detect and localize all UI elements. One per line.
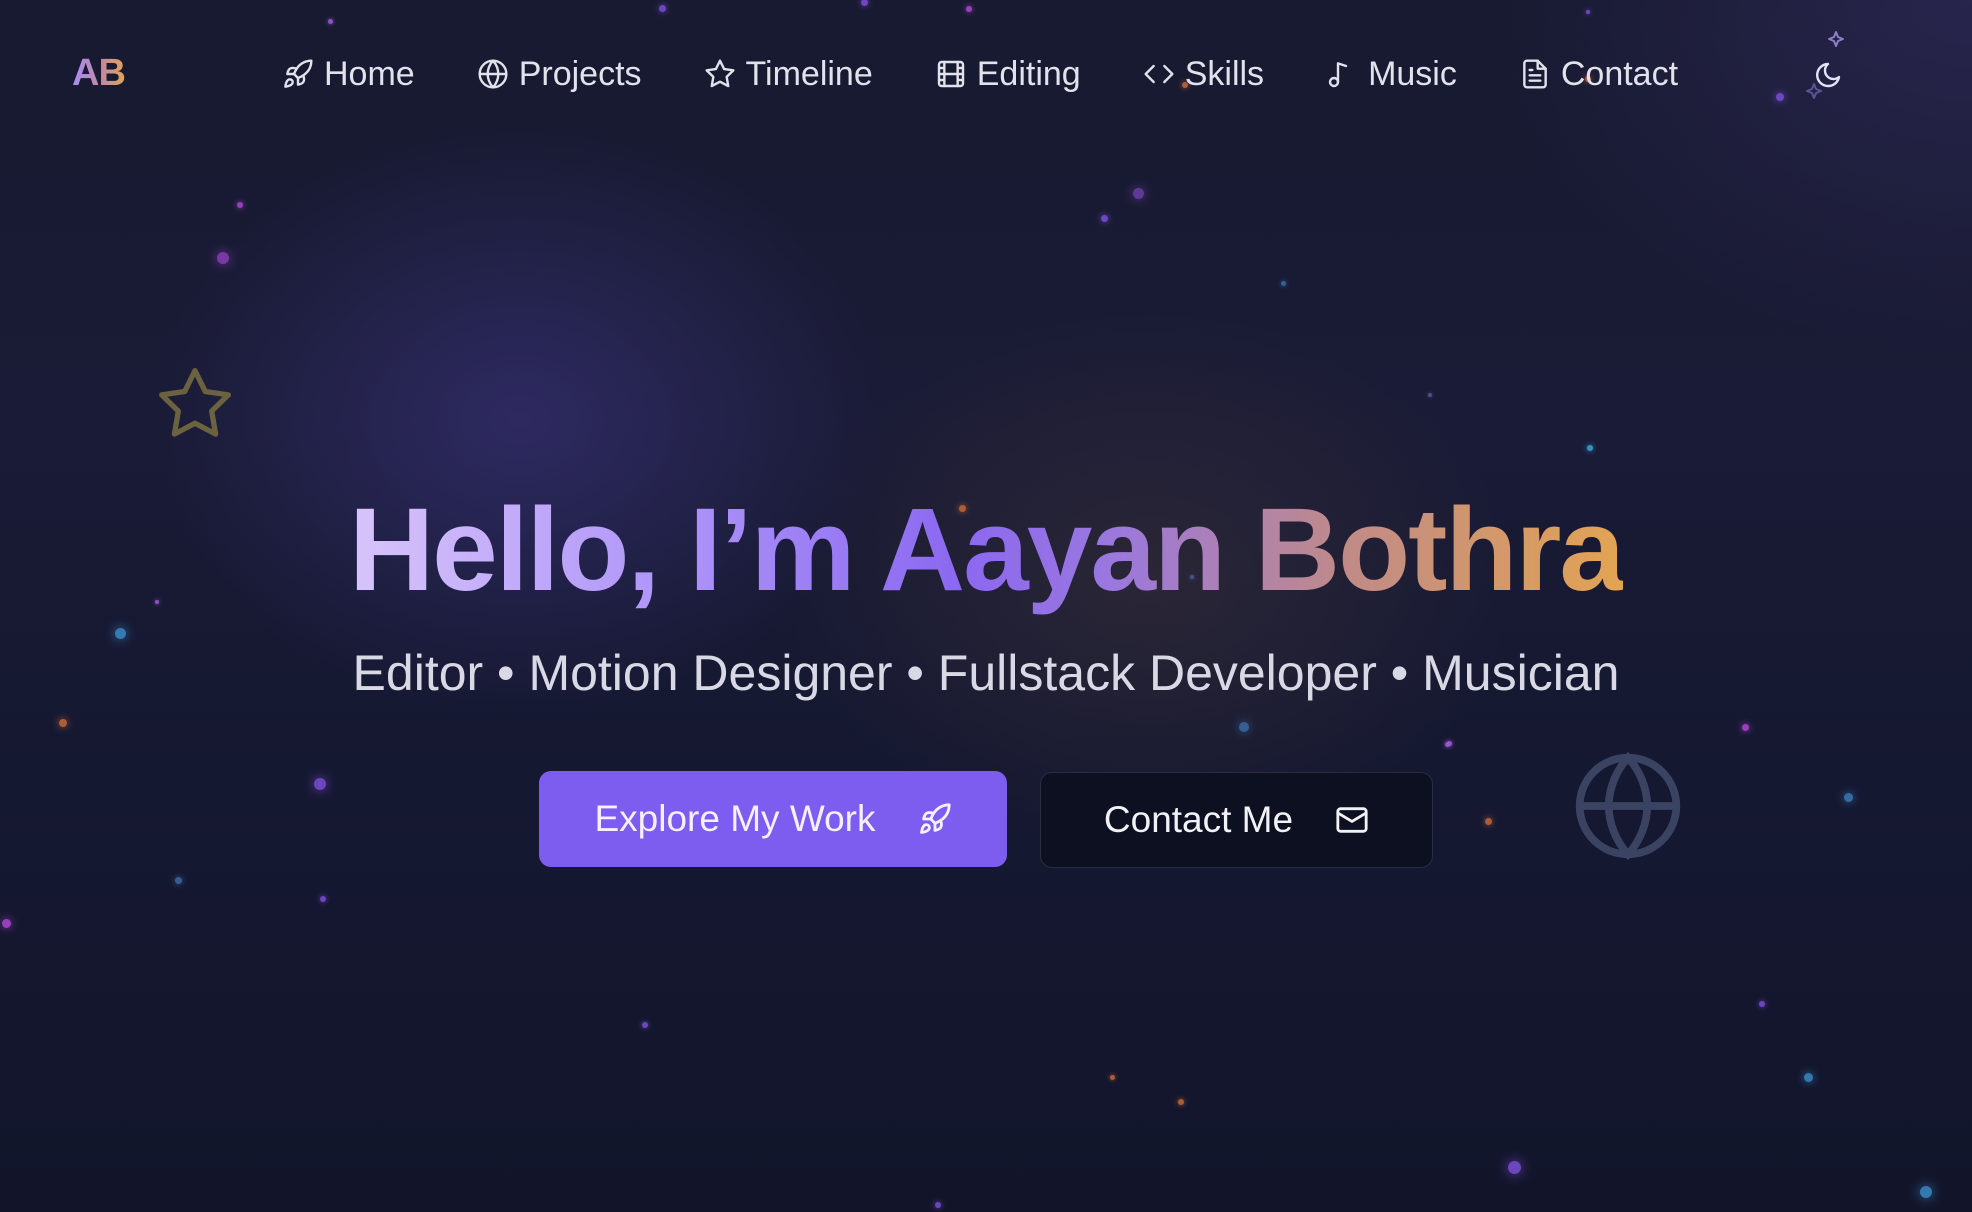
rocket-icon: [919, 803, 951, 834]
star-dot: [1507, 1160, 1521, 1174]
nav-label-music: Music: [1368, 54, 1457, 93]
hero-title-text: Hello, I’m Aayan Bothra: [348, 484, 1625, 616]
star-dot: [1239, 722, 1249, 732]
star-dot: [314, 778, 326, 790]
nav-label-timeline: Timeline: [745, 54, 873, 93]
nav-item-music[interactable]: Music: [1326, 55, 1457, 94]
star-dot: [1759, 1001, 1765, 1007]
rocket-icon: [284, 59, 313, 88]
file-text-icon: [1522, 59, 1547, 89]
code-icon: [1144, 64, 1174, 84]
main-nav: Home Projects Timeline Editing Skills Mu…: [282, 48, 1678, 100]
hero-title: Hello, I’m Aayan Bothra: [0, 480, 1972, 620]
star-dot: [1586, 10, 1590, 14]
contact-me-label: Contact Me: [1103, 799, 1294, 840]
star-icon: [704, 59, 735, 88]
star-outline-icon: [159, 368, 231, 437]
theme-toggle-button[interactable]: [1784, 26, 1856, 116]
nav-item-editing[interactable]: Editing: [935, 55, 1081, 94]
hero-subtitle: Editor • Motion Designer • Fullstack Dev…: [352, 645, 1620, 701]
star-dot: [114, 627, 126, 639]
star-dot: [642, 1022, 648, 1028]
star-dot: [658, 4, 666, 12]
star-dot: [1, 918, 11, 928]
mail-icon: [1336, 807, 1368, 833]
nav-label-skills: Skills: [1184, 54, 1265, 93]
globe-icon: [478, 59, 508, 89]
nav-item-timeline[interactable]: Timeline: [704, 55, 873, 94]
star-dot: [1843, 792, 1853, 802]
moon-icon: [1806, 31, 1844, 99]
nav-item-contact[interactable]: Contact: [1519, 55, 1678, 94]
star-dot: [1741, 723, 1749, 731]
nav-label-contact: Contact: [1560, 54, 1679, 93]
star-dot: [59, 719, 67, 727]
star-dot: [1280, 280, 1286, 286]
globe-icon: [1575, 751, 1681, 861]
star-dot: [1587, 445, 1593, 451]
nav-item-skills[interactable]: Skills: [1143, 55, 1264, 94]
star-dot: [1100, 214, 1108, 222]
nav-item-projects[interactable]: Projects: [477, 55, 642, 94]
star-dot: [1132, 187, 1144, 199]
star-dot: [174, 876, 182, 884]
star-dot: [1484, 817, 1492, 825]
explore-work-button[interactable]: Explore My Work: [539, 771, 1007, 867]
star-dot: [1178, 1099, 1184, 1105]
star-dot: [320, 896, 326, 902]
film-icon: [937, 60, 964, 88]
star-dot: [966, 6, 972, 12]
logo[interactable]: AB: [72, 52, 126, 95]
star-dot: [1109, 1074, 1115, 1080]
music-note-icon: [1328, 62, 1348, 88]
star-dot: [1803, 1072, 1813, 1082]
star-dot: [237, 202, 243, 208]
star-dot: [935, 1202, 941, 1208]
star-dot: [1428, 393, 1432, 397]
star-dot: [860, 0, 868, 6]
star-dot: [327, 18, 333, 24]
nav-label-editing: Editing: [976, 54, 1081, 93]
star-dot: [1444, 741, 1450, 747]
star-dot: [1920, 1186, 1932, 1198]
star-dot: [1776, 93, 1784, 101]
explore-work-label: Explore My Work: [594, 798, 876, 839]
nav-label-projects: Projects: [518, 54, 642, 93]
star-dot: [217, 252, 229, 264]
nav-item-home[interactable]: Home: [282, 55, 415, 94]
contact-me-button[interactable]: Contact Me: [1040, 772, 1433, 868]
nav-label-home: Home: [324, 54, 415, 93]
